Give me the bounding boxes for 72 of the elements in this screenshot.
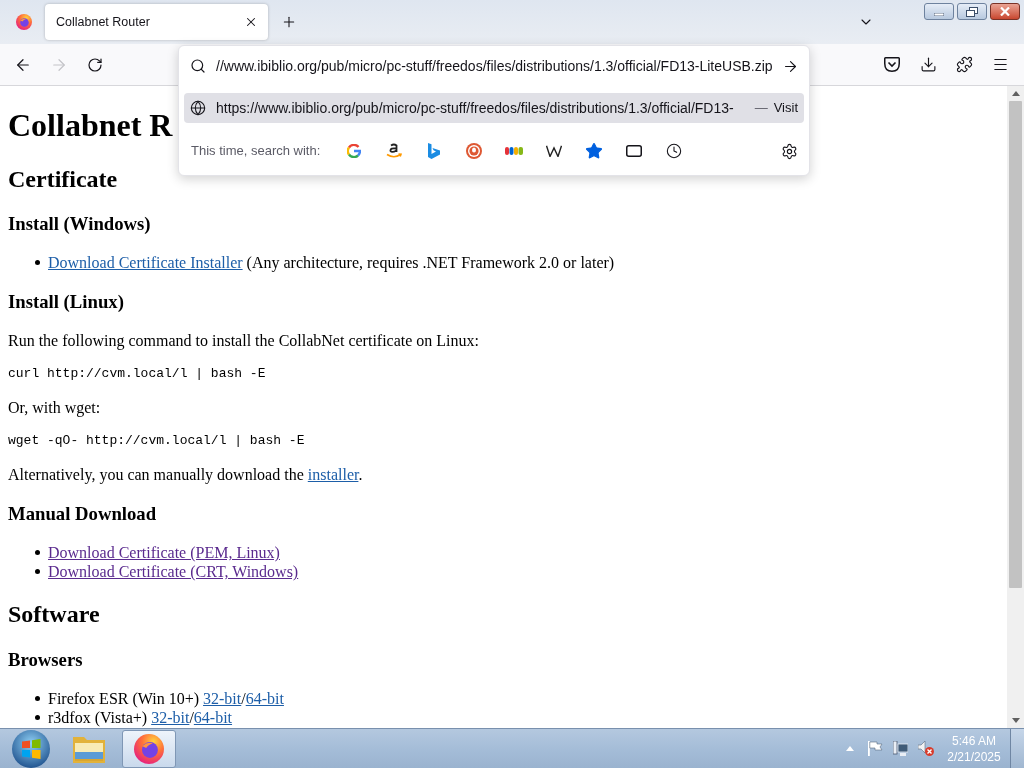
caret-up-icon [846, 746, 854, 751]
browser-tab[interactable]: Collabnet Router [45, 4, 268, 40]
subsection-heading: Browsers [8, 648, 83, 671]
suggestion-url: https://www.ibiblio.org/pub/micro/pc-stuff/freedos/files/distributions/1.3/official/FD13- [216, 98, 734, 118]
close-icon [1000, 7, 1010, 16]
globe-icon [190, 100, 206, 116]
start-orb-icon [12, 729, 50, 768]
bullet-icon [35, 714, 40, 720]
subsection-heading: Manual Download [8, 503, 157, 525]
separator-dash: — [754, 99, 768, 118]
minimize-icon [934, 12, 944, 16]
search-icon [190, 58, 206, 74]
link[interactable]: 64-bit [245, 689, 284, 707]
muted-speaker-icon [918, 741, 934, 756]
browser-logo-icon [134, 733, 164, 764]
taskbar-app-button[interactable] [122, 729, 176, 768]
page-title: Collabnet R [8, 107, 173, 145]
visit-label: Visit [773, 99, 798, 118]
clock-time: 5:46 AM [952, 732, 996, 749]
scroll-up-arrow-icon [1011, 91, 1020, 96]
list-item-text: Firefox ESR (Win 10+) 32-bit/64-bit [48, 688, 284, 708]
link[interactable]: Download Certificate (PEM, Linux) [48, 544, 280, 562]
bullet-icon [35, 695, 40, 701]
reload-icon [87, 56, 103, 73]
subsection-heading: Install (Windows) [8, 213, 151, 235]
flag-icon [868, 741, 883, 756]
disc-logo-icon [466, 143, 483, 159]
link[interactable]: Download Certificate (CRT, Windows) [48, 563, 299, 581]
subsection-heading: Install (Linux) [8, 291, 124, 313]
list-item-text: r3dfox (Vista+) 32-bit/64-bit [48, 708, 233, 727]
url-suggestion[interactable]: https://www.ibiblio.org/pub/micro/pc-stuff/freedos/files/distributions/1.3/official/FD13- — Visit [184, 93, 804, 123]
bars-logo-icon [505, 147, 524, 155]
paragraph: Or, with wget: [8, 398, 101, 418]
link[interactable]: 32-bit [151, 708, 190, 726]
smile-logo-icon [386, 143, 403, 159]
bullet-icon [35, 550, 40, 556]
section-heading: Certificate [8, 165, 118, 194]
close-window-button[interactable] [990, 3, 1020, 20]
close-icon [244, 15, 258, 29]
ribbon-logo-icon [428, 143, 441, 159]
code-line: wget -qO- http://cvm.local/l | bash -E [8, 433, 305, 450]
section-heading: Software [8, 601, 100, 629]
menu-icon [991, 56, 1009, 73]
settings-icon [780, 142, 798, 160]
link[interactable]: 32-bit [203, 689, 242, 707]
code-line: curl http://cvm.local/l | bash -E [8, 366, 266, 383]
clock-icon [666, 143, 683, 159]
w-logo-icon [546, 145, 563, 157]
scroll-down-arrow-icon [1011, 718, 1020, 723]
restore-button[interactable] [957, 3, 987, 20]
folder-icon [73, 734, 105, 763]
download-icon [919, 56, 937, 73]
bullet-icon [35, 260, 40, 266]
puzzle-icon [955, 56, 973, 73]
browser-logo-icon [15, 14, 32, 30]
clock-date: 2/21/2025 [947, 748, 1001, 765]
paragraph: Alternatively, you can manually download the installer. [8, 465, 363, 485]
paragraph: Run the following command to install the CollabNet certificate on Linux: [8, 331, 479, 351]
tab-icon [626, 145, 643, 157]
link[interactable]: 64-bit [193, 708, 233, 726]
link[interactable]: Download Certificate Installer [48, 254, 243, 272]
g-logo-icon [347, 144, 362, 158]
computer-icon [893, 741, 908, 756]
link[interactable]: installer [307, 466, 359, 484]
restore-icon [966, 6, 978, 17]
bullet-icon [35, 569, 40, 575]
chevron-shield-icon [884, 57, 900, 72]
url-input[interactable]: //www.ibiblio.org/pub/micro/pc-stuff/freedos/files/distributions/1.3/official/FD13-LiteUSB.zip [216, 55, 777, 77]
search-with-label: This time, search with: [191, 142, 321, 161]
plus-icon [281, 14, 297, 30]
star-icon [585, 142, 604, 160]
list-item-text: Download Certificate Installer (Any architecture, requires .NET Framework 2.0 or later) [48, 253, 615, 273]
